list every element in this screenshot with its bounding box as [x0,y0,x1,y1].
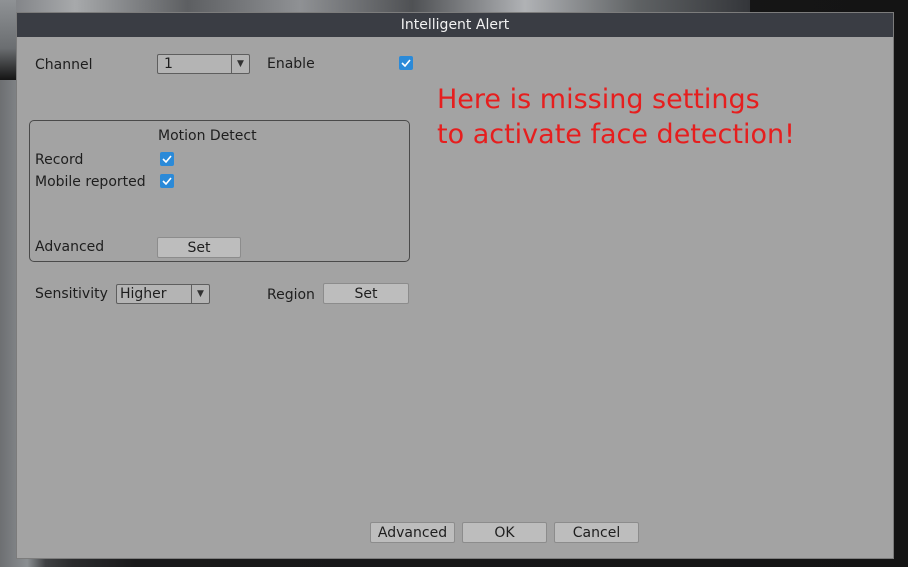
advanced-label: Advanced [35,239,105,255]
motion-detect-title: Motion Detect [158,128,257,144]
sensitivity-select[interactable]: Higher ▼ [116,284,210,304]
checkmark-icon [401,59,411,67]
camera-feed-strip [0,0,750,12]
cancel-button[interactable]: Cancel [554,522,639,543]
region-label: Region [267,287,315,303]
sensitivity-label: Sensitivity [35,286,108,302]
annotation-note: Here is missing settings to activate fac… [437,82,795,152]
channel-value: 1 [164,56,173,72]
dropdown-arrow-icon: ▼ [191,285,209,303]
footer-advanced-button[interactable]: Advanced [370,522,455,543]
region-set-button[interactable]: Set [323,283,409,304]
annotation-line-1: Here is missing settings [437,84,760,115]
record-label: Record [35,152,84,168]
checkmark-icon [162,177,172,185]
record-checkbox[interactable] [160,152,174,166]
ok-button[interactable]: OK [462,522,547,543]
dropdown-arrow-icon: ▼ [231,55,249,73]
checkmark-icon [162,155,172,163]
mobile-reported-checkbox[interactable] [160,174,174,188]
annotation-line-2: to activate face detection! [437,119,795,150]
mobile-reported-label: Mobile reported [35,174,146,190]
dialog-titlebar: Intelligent Alert [17,13,893,37]
enable-label: Enable [267,56,315,72]
sensitivity-value: Higher [120,286,167,302]
dialog-title: Intelligent Alert [400,17,510,33]
channel-label: Channel [35,57,93,73]
camera-feed-edge [0,0,16,80]
channel-select[interactable]: 1 ▼ [157,54,250,74]
enable-checkbox[interactable] [399,56,413,70]
intelligent-alert-dialog: Intelligent Alert Channel 1 ▼ Enable Mot… [16,12,894,559]
motion-advanced-set-button[interactable]: Set [157,237,241,258]
